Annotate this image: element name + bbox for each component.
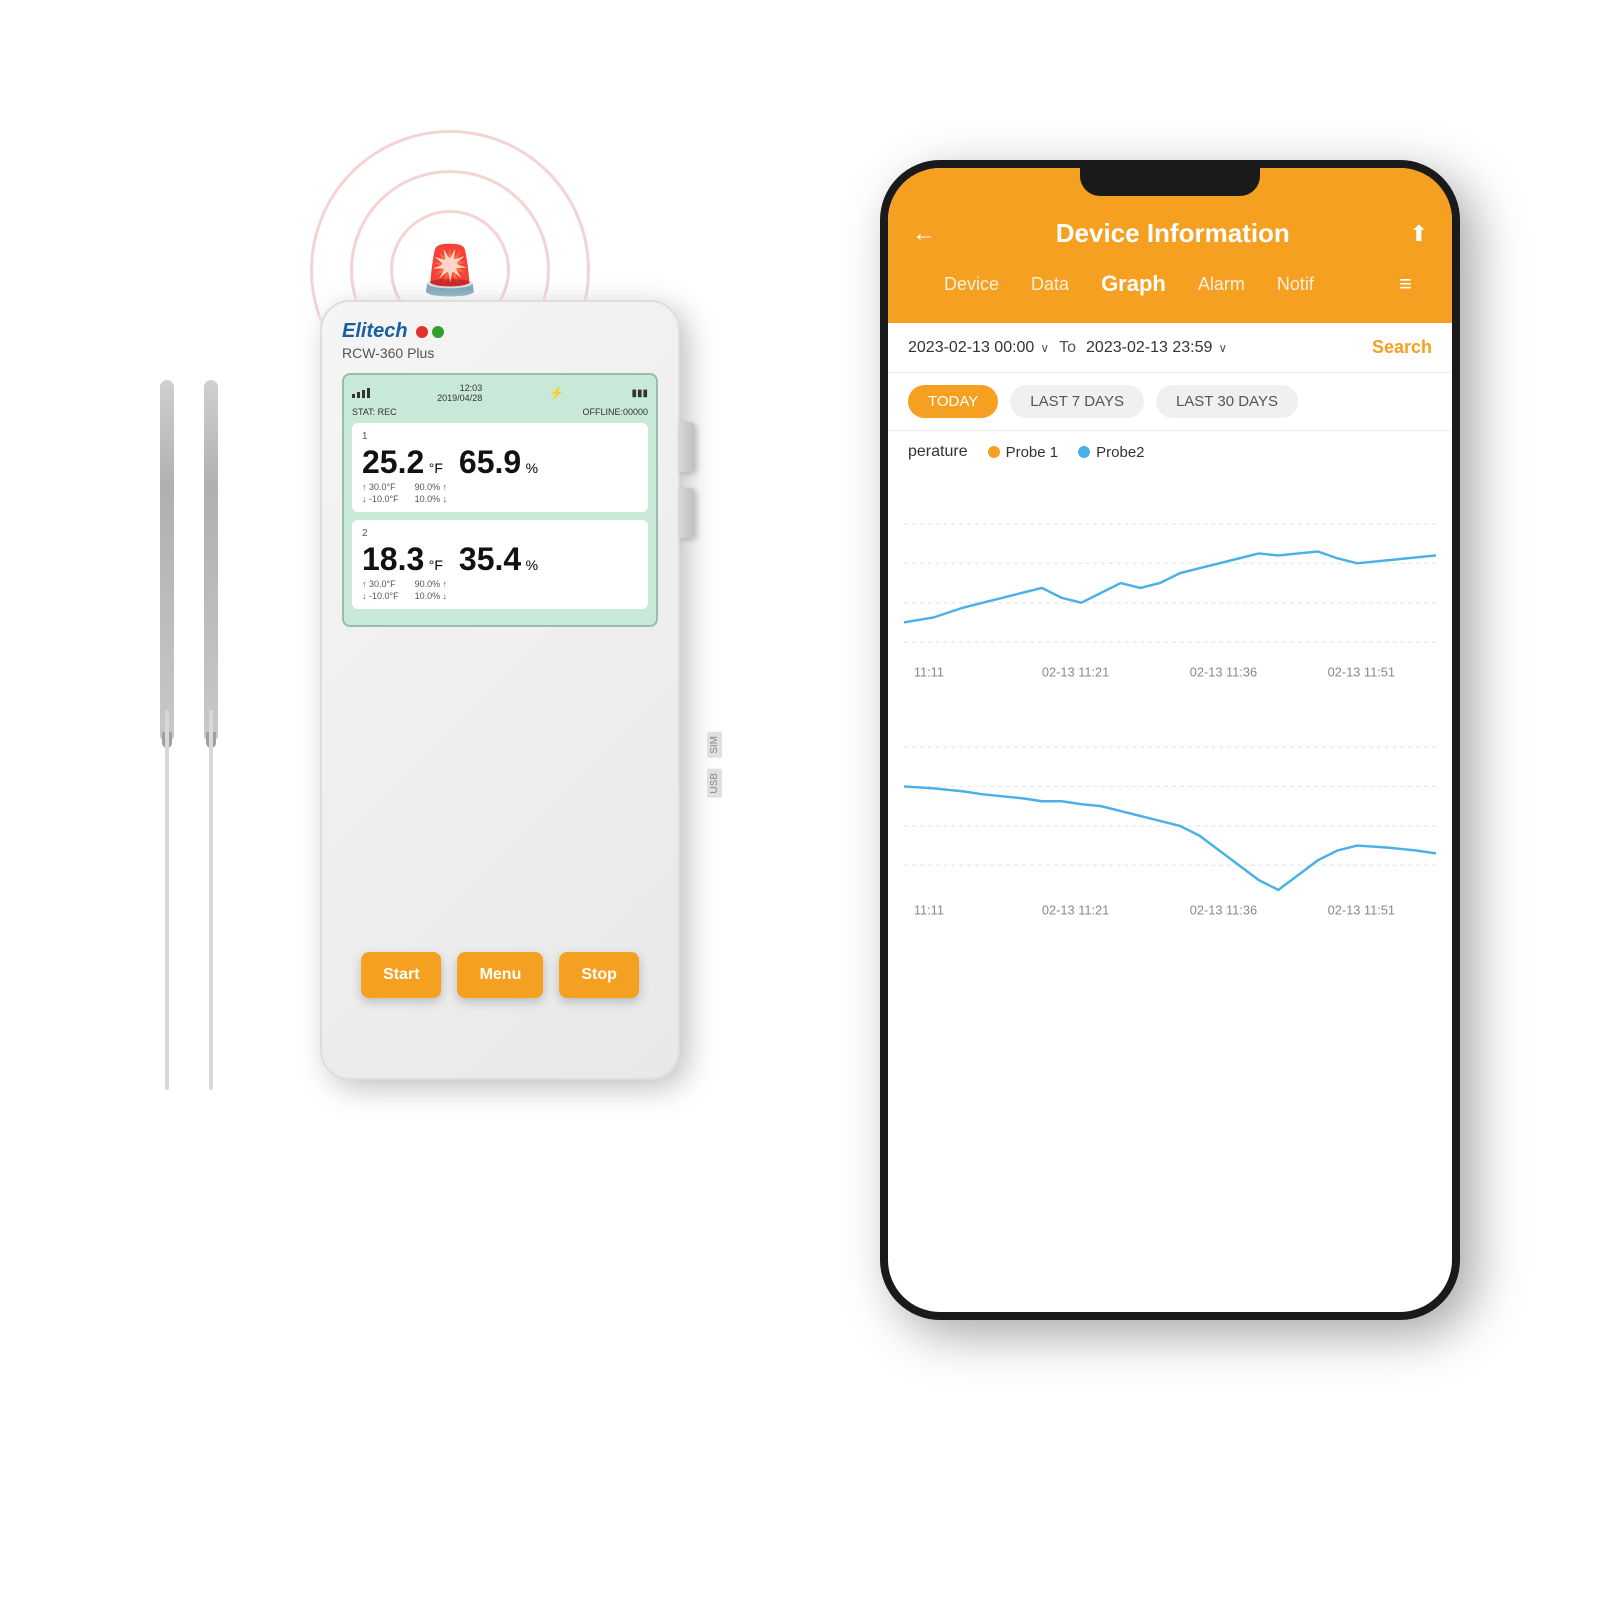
phone-notch	[1080, 160, 1260, 196]
phone-screen: ← Device Information ⬆ Device Data Graph…	[888, 168, 1452, 1312]
brand-name: Elitech	[342, 320, 408, 343]
hamburger-menu-icon[interactable]: ≡	[1399, 271, 1412, 297]
legend-probe2: Probe2	[1078, 444, 1144, 461]
tab-device[interactable]: Device	[928, 264, 1015, 305]
x-label-2-top: 02-13 11:21	[1042, 665, 1109, 680]
x-label-4-bottom: 02-13 11:51	[1328, 903, 1395, 918]
search-button[interactable]: Search	[1372, 337, 1432, 358]
chart-svg-top: 11:11 02-13 11:21 02-13 11:36 02-13 11:5…	[904, 483, 1436, 683]
menu-button[interactable]: Menu	[458, 952, 544, 998]
x-label-4-top: 02-13 11:51	[1328, 665, 1395, 680]
sensor-2-limits: ↑ 30.0°F ↓ -10.0°F 90.0% ↑ 10.0% ↓	[362, 579, 638, 601]
sensor-1-humidity: 65.9 %	[459, 446, 538, 478]
offline-label: OFFLINE:00000	[582, 407, 648, 417]
probe-2-wire	[209, 710, 213, 1090]
quick-filters: TODAY LAST 7 DAYS LAST 30 DAYS	[888, 373, 1452, 431]
sensor-1-readings: 25.2 °F 65.9 %	[362, 446, 638, 478]
chart-top: 11:11 02-13 11:21 02-13 11:36 02-13 11:5…	[888, 473, 1452, 688]
probe-2-assembly	[204, 380, 218, 740]
x-label-1-bottom: 11:11	[914, 903, 944, 918]
sim-slot-label: SIM	[707, 732, 722, 758]
x-label-2-bottom: 02-13 11:21	[1042, 903, 1109, 918]
color-indicator	[416, 326, 444, 338]
legend-probe1: Probe 1	[988, 444, 1059, 461]
app-nav-top: ← Device Information ⬆	[912, 218, 1428, 249]
chart-svg-bottom: 11:11 02-13 11:21 02-13 11:36 02-13 11:5…	[904, 706, 1436, 926]
date-to-chevron: ∨	[1218, 341, 1227, 355]
screen-time: 12:03 2019/04/28	[437, 383, 482, 403]
bluetooth-icon: ⚡	[549, 386, 564, 400]
app-title: Device Information	[1056, 218, 1290, 249]
probe-1	[160, 380, 174, 740]
dot-green	[432, 326, 444, 338]
device-side-buttons	[678, 422, 694, 538]
x-label-1-top: 11:11	[914, 665, 944, 680]
start-button[interactable]: Start	[361, 952, 441, 998]
battery-icon: ▮▮▮	[631, 388, 648, 399]
screen-header: 12:03 2019/04/28 ⚡ ▮▮▮	[352, 383, 648, 403]
chart-bottom: 11:11 02-13 11:21 02-13 11:36 02-13 11:5…	[888, 696, 1452, 931]
legend-dot-probe2	[1078, 446, 1090, 458]
x-label-3-bottom: 02-13 11:36	[1190, 903, 1257, 918]
phone-frame: ← Device Information ⬆ Device Data Graph…	[880, 160, 1460, 1320]
share-icon[interactable]: ⬆	[1410, 221, 1428, 247]
side-button-1[interactable]	[678, 422, 694, 472]
probe-1-wire	[165, 710, 169, 1090]
filter-today[interactable]: TODAY	[908, 385, 998, 418]
device-screen: 12:03 2019/04/28 ⚡ ▮▮▮ STAT: REC OFFLINE…	[342, 373, 658, 627]
status-label: STAT: REC	[352, 407, 397, 417]
to-label: To	[1059, 339, 1076, 357]
date-from-picker[interactable]: 2023-02-13 00:00 ∨	[908, 339, 1049, 357]
tab-graph[interactable]: Graph	[1085, 261, 1182, 307]
sensor-1-limits: ↑ 30.0°F ↓ -10.0°F 90.0% ↑ 10.0% ↓	[362, 482, 638, 504]
legend-dot-probe1	[988, 446, 1000, 458]
sensor-1-temp: 25.2 °F	[362, 446, 443, 478]
signal-bars	[352, 388, 370, 398]
probe-container	[160, 380, 218, 740]
brand-section: Elitech	[342, 320, 658, 343]
legend-section-label: perature	[908, 443, 968, 461]
model-name: RCW-360 Plus	[342, 345, 658, 361]
sensor-1-label: 1	[362, 431, 638, 442]
date-from-value: 2023-02-13 00:00	[908, 339, 1034, 357]
filter-30days[interactable]: LAST 30 DAYS	[1156, 385, 1298, 418]
legend-label-probe2: Probe2	[1096, 444, 1144, 461]
legend-label-probe1: Probe 1	[1006, 444, 1059, 461]
dot-red	[416, 326, 428, 338]
stop-button[interactable]: Stop	[559, 952, 639, 998]
device-status-row: STAT: REC OFFLINE:00000	[352, 407, 648, 417]
tab-notif[interactable]: Notif	[1261, 264, 1330, 305]
probe-2	[204, 380, 218, 740]
date-to-picker[interactable]: 2023-02-13 23:59 ∨	[1086, 339, 1227, 357]
app-tabs: Device Data Graph Alarm Notif ≡	[912, 261, 1428, 307]
sensor-2-temp: 18.3 °F	[362, 543, 443, 575]
back-button[interactable]: ←	[912, 220, 936, 248]
date-from-chevron: ∨	[1040, 341, 1049, 355]
x-label-3-top: 02-13 11:36	[1190, 665, 1257, 680]
usb-slot-label: USB	[707, 769, 722, 798]
graph-legend: perature Probe 1 Probe2	[888, 431, 1452, 473]
sensor-2-humidity: 35.4 %	[459, 543, 538, 575]
sensor-2-readings: 18.3 °F 35.4 %	[362, 543, 638, 575]
slot-labels: SIM USB	[707, 732, 722, 798]
sensor-2-label: 2	[362, 528, 638, 539]
side-button-2[interactable]	[678, 488, 694, 538]
date-to-value: 2023-02-13 23:59	[1086, 339, 1212, 357]
sensor-1-block: 1 25.2 °F 65.9 % ↑ 30.0°F ↓ -10.0°F	[352, 423, 648, 512]
tab-data[interactable]: Data	[1015, 264, 1085, 305]
device-action-buttons[interactable]: Start Menu Stop	[361, 952, 639, 998]
device-top: Elitech RCW-360 Plus	[322, 302, 678, 373]
probe-1-assembly	[160, 380, 174, 740]
alarm-icon: 🚨	[420, 242, 480, 299]
sensor-2-block: 2 18.3 °F 35.4 % ↑ 30.0°F ↓ -10.0°F	[352, 520, 648, 609]
device-body: Elitech RCW-360 Plus 12:03 2019/0	[320, 300, 680, 1080]
date-range-bar: 2023-02-13 00:00 ∨ To 2023-02-13 23:59 ∨…	[888, 323, 1452, 373]
tab-alarm[interactable]: Alarm	[1182, 264, 1261, 305]
filter-7days[interactable]: LAST 7 DAYS	[1010, 385, 1144, 418]
